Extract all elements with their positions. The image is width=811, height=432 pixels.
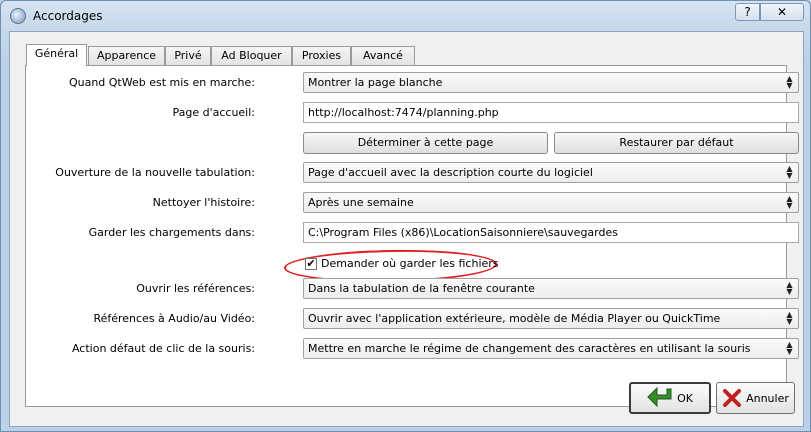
new-tab-select[interactable]: Page d'accueil avec la description court… — [303, 162, 799, 183]
startup-select[interactable]: Montrer la page blanche ▲ ▼ — [303, 72, 799, 93]
updown-arrows-icon: ▲ ▼ — [786, 280, 793, 296]
homepage-input[interactable]: http://localhost:7474/planning.php — [303, 102, 799, 123]
mouse-click-value: Mettre en marche le régime de changement… — [308, 342, 751, 355]
audio-video-select[interactable]: Ouvrir avec l'application extérieure, mo… — [303, 308, 799, 329]
help-button[interactable]: ? — [735, 3, 760, 21]
open-links-select[interactable]: Dans la tabulation de la fenêtre courant… — [303, 278, 799, 299]
downloads-path-value: C:\Program Files (x86)\LocationSaisonnie… — [308, 226, 618, 239]
tab-ad-blocker[interactable]: Ad Bloquer — [211, 46, 292, 65]
dialog-window: Accordages ? ✕ Général Apparence Privé A… — [0, 0, 811, 432]
ok-button[interactable]: OK — [629, 382, 711, 414]
tab-privacy[interactable]: Privé — [165, 46, 211, 65]
startup-value: Montrer la page blanche — [308, 76, 443, 89]
startup-label: Quand QtWeb est mis en marche: — [68, 76, 255, 89]
restore-default-button[interactable]: Restaurer par défaut — [554, 132, 799, 154]
title-bar: Accordages ? ✕ — [1, 1, 810, 31]
tab-advanced[interactable]: Avancé — [351, 46, 415, 65]
open-links-label: Ouvrir les références: — [136, 282, 255, 295]
updown-arrows-icon: ▲ ▼ — [786, 340, 793, 356]
tab-appearance[interactable]: Apparence — [88, 46, 165, 65]
homepage-label: Page d'accueil: — [172, 106, 255, 119]
mouse-click-label: Action défaut de clic de la souris: — [71, 342, 255, 355]
ask-download-label[interactable]: Demander où garder les fichiers — [321, 257, 499, 270]
mouse-click-select[interactable]: Mettre en marche le régime de changement… — [303, 338, 799, 359]
set-current-page-button[interactable]: Déterminer à cette page — [303, 132, 548, 154]
open-links-value: Dans la tabulation de la fenêtre courant… — [308, 282, 535, 295]
downloads-path-input[interactable]: C:\Program Files (x86)\LocationSaisonnie… — [303, 222, 799, 243]
general-settings-pane: Quand QtWeb est mis en marche: Montrer l… — [25, 65, 799, 407]
ask-download-checkbox[interactable]: ✔ — [305, 258, 317, 270]
clear-history-select[interactable]: Après une semaine ▲ ▼ — [303, 192, 799, 213]
red-x-icon — [723, 389, 742, 407]
audio-video-value: Ouvrir avec l'application extérieure, mo… — [308, 312, 721, 325]
updown-arrows-icon: ▲ ▼ — [786, 74, 793, 90]
new-tab-label: Ouverture de la nouvelle tabulation: — [55, 166, 255, 179]
window-title: Accordages — [33, 9, 103, 23]
close-button[interactable]: ✕ — [760, 3, 804, 21]
updown-arrows-icon: ▲ ▼ — [786, 310, 793, 326]
audio-video-label: Références à Audio/au Vidéo: — [93, 312, 255, 325]
tab-proxies[interactable]: Proxies — [292, 46, 351, 65]
tab-general[interactable]: Général — [26, 44, 87, 66]
dialog-body: Général Apparence Privé Ad Bloquer Proxi… — [9, 31, 804, 427]
globe-icon — [10, 8, 26, 24]
updown-arrows-icon: ▲ ▼ — [786, 194, 793, 210]
homepage-value: http://localhost:7474/planning.php — [308, 106, 499, 119]
cancel-button[interactable]: Annuler — [716, 382, 795, 414]
cancel-label: Annuler — [746, 391, 789, 405]
green-arrow-icon — [647, 387, 672, 408]
clear-history-label: Nettoyer l'histoire: — [152, 196, 255, 209]
updown-arrows-icon: ▲ ▼ — [786, 164, 793, 180]
new-tab-value: Page d'accueil avec la description court… — [308, 166, 593, 179]
ok-label: OK — [677, 391, 693, 405]
clear-history-value: Après une semaine — [308, 196, 414, 209]
downloads-label: Garder les chargements dans: — [88, 226, 255, 239]
